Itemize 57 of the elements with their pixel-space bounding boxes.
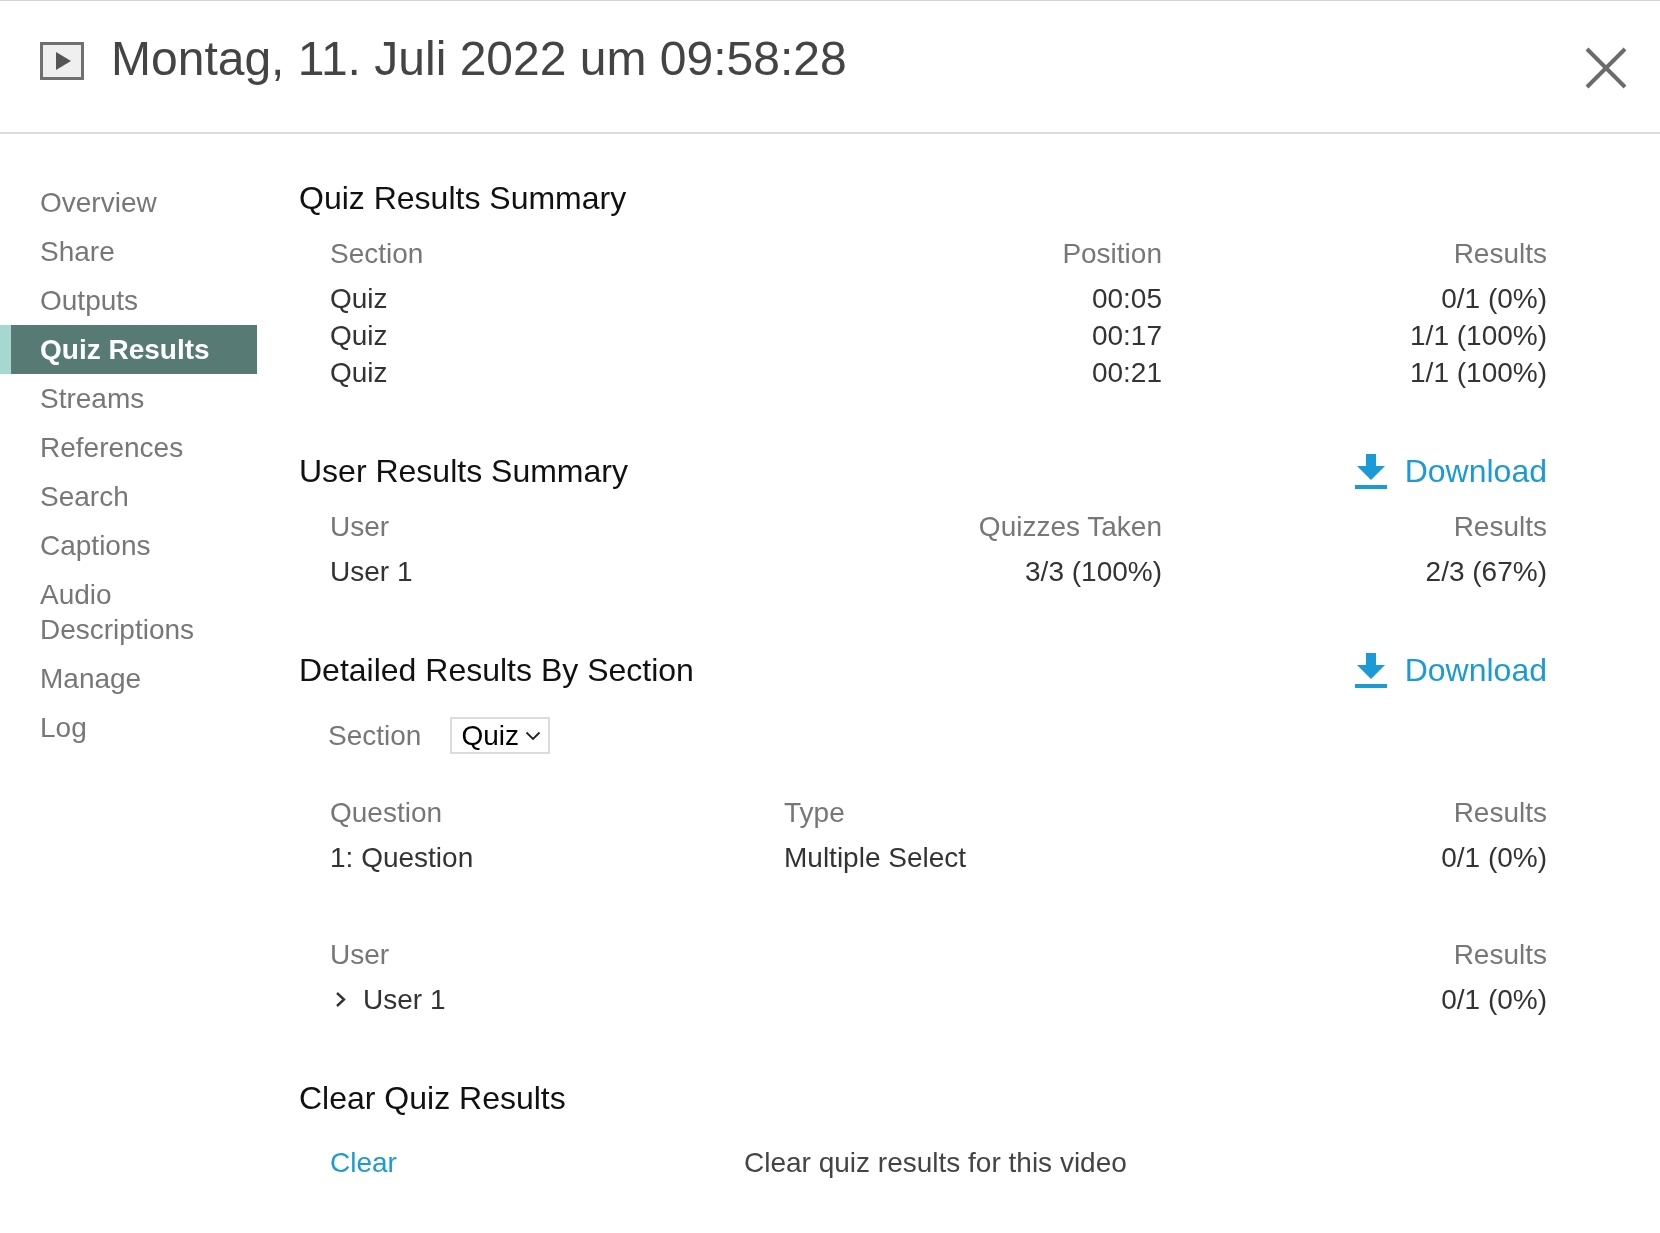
- table-cell-text: 3/3 (100%): [1025, 555, 1162, 589]
- table-cell-text: User 1: [330, 555, 413, 589]
- section-heading: Clear Quiz Results: [299, 1079, 566, 1118]
- sidebar-item[interactable]: Log: [0, 703, 257, 752]
- clear-description: Clear quiz results for this video: [744, 1146, 1128, 1180]
- sidebar-item[interactable]: Search: [0, 472, 257, 521]
- download-link[interactable]: Download: [1354, 650, 1547, 690]
- column-header: Results: [1453, 796, 1547, 830]
- sidebar-item[interactable]: Manage: [0, 654, 257, 703]
- table-cell-text: 00:17: [1091, 319, 1162, 353]
- sidebar-item[interactable]: References: [0, 423, 257, 472]
- section-heading: User Results Summary: [299, 452, 628, 491]
- table-cell-text: User 1: [363, 983, 446, 1017]
- table-cell-text: 0/1 (0%): [1441, 983, 1547, 1017]
- close-icon: [1585, 47, 1627, 89]
- sidebar-item[interactable]: Overview: [0, 178, 257, 227]
- table-cell-text: 1/1 (100%): [1410, 319, 1547, 353]
- column-header: Results: [1453, 510, 1547, 544]
- sidebar-item[interactable]: Audio Descriptions: [0, 570, 257, 654]
- column-header: Results: [1453, 938, 1547, 972]
- section-label: Section: [328, 719, 422, 753]
- sidebar-item[interactable]: Outputs: [0, 276, 257, 325]
- table-cell-text: Multiple Select: [784, 841, 967, 875]
- table-cell-text: 0/1 (0%): [1441, 282, 1547, 316]
- section-select[interactable]: Quiz: [450, 717, 550, 754]
- close-button[interactable]: [1585, 47, 1627, 89]
- sidebar-item[interactable]: Share: [0, 227, 257, 276]
- table-cell-text: 00:21: [1091, 356, 1162, 390]
- clear-link[interactable]: Clear: [330, 1144, 397, 1181]
- column-header: User: [330, 938, 390, 972]
- download-icon: [1354, 453, 1387, 489]
- table-cell-text: 2/3 (67%): [1425, 555, 1547, 589]
- section-heading: Detailed Results By Section: [299, 651, 694, 690]
- column-header: Position: [1062, 237, 1162, 271]
- table-cell-text: 1/1 (100%): [1410, 356, 1547, 390]
- section-heading: Quiz Results Summary: [299, 179, 627, 218]
- table-cell-text: Quiz: [330, 282, 388, 316]
- table-cell-text: 00:05: [1091, 282, 1162, 316]
- table-cell-text: 1: Question: [330, 841, 474, 875]
- play-icon: [40, 42, 84, 80]
- column-header: User: [330, 510, 390, 544]
- table-cell-text: 0/1 (0%): [1441, 841, 1547, 875]
- column-header: Section: [330, 237, 424, 271]
- sidebar-item[interactable]: Quiz Results: [0, 325, 257, 374]
- chevron-icon[interactable]: [335, 991, 346, 1008]
- column-header: Quizzes Taken: [978, 510, 1162, 544]
- sidebar-item[interactable]: Captions: [0, 521, 257, 570]
- sidebar-item[interactable]: Streams: [0, 374, 257, 423]
- table-cell-text: Quiz: [330, 319, 388, 353]
- table-cell-text: Quiz: [330, 356, 388, 390]
- column-header: Results: [1453, 237, 1547, 271]
- caret-icon: [525, 730, 541, 741]
- download-link[interactable]: Download: [1354, 451, 1547, 491]
- column-header: Question: [330, 796, 443, 830]
- column-header: Type: [784, 796, 845, 830]
- window-title: Montag, 11. Juli 2022 um 09:58:28: [111, 31, 848, 87]
- download-icon: [1354, 652, 1387, 688]
